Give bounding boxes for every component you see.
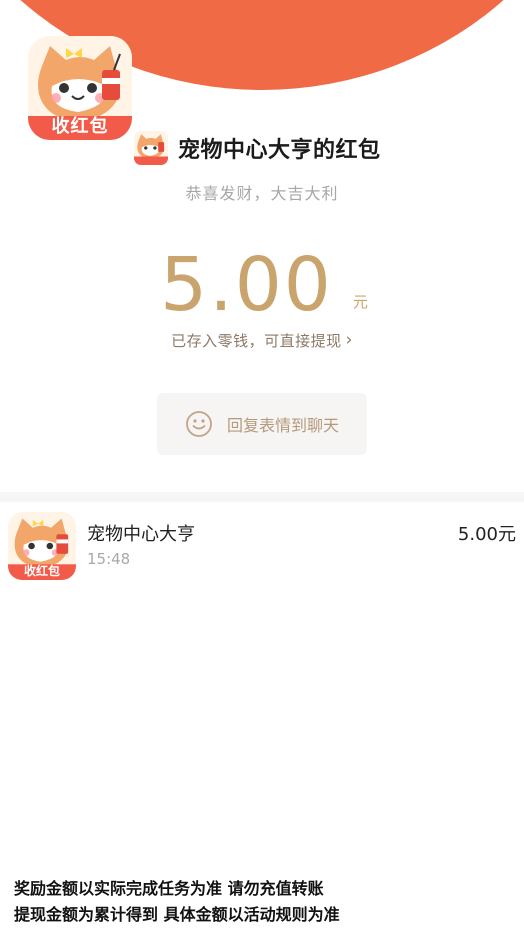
cat-drinking-icon <box>134 131 168 165</box>
amount-value: 5.00 <box>160 242 333 328</box>
back-button[interactable] <box>0 4 24 32</box>
list-menu-icon <box>493 9 517 29</box>
record-time: 15:48 <box>87 550 131 568</box>
stored-to-wallet-label: 已存入零钱，可直接提现 <box>171 332 342 350</box>
sender-title: 宠物中心大亨的红包 <box>178 138 381 163</box>
chevron-left-icon <box>6 7 18 29</box>
list-item[interactable]: 收红包 宠物中心大亨 15:48 5.00元 <box>0 502 524 594</box>
app-icon: 收红包 <box>28 36 132 140</box>
record-name: 宠物中心大亨 <box>87 524 195 545</box>
record-avatar: 收红包 <box>8 512 76 580</box>
sender-avatar <box>134 131 168 165</box>
menu-button[interactable] <box>492 6 518 30</box>
footer-line-2: 提现金额为累计得到 具体金额以活动规则为准 <box>14 905 340 924</box>
reply-sticker-label: 回复表情到聊天 <box>226 416 339 435</box>
record-avatar-badge: 收红包 <box>23 564 60 578</box>
red-packet-detail-page: 收红包 宠物中心大亨的红包 恭喜发财，大吉大利 5.00 元 已存入零钱，可直接… <box>0 0 524 934</box>
amount-display: 5.00 元 <box>0 232 524 322</box>
stored-to-wallet-link[interactable]: 已存入零钱，可直接提现 › <box>0 330 524 351</box>
footer-notes: 奖励金额以实际完成任务为准 请勿充值转账 提现金额为累计得到 具体金额以活动规则… <box>14 876 340 928</box>
sender-row: 宠物中心大亨的红包 <box>134 130 381 166</box>
greeting-text: 恭喜发财，大吉大利 <box>185 184 339 203</box>
app-badge-text: 收红包 <box>51 116 109 137</box>
reply-sticker-button[interactable]: 回复表情到聊天 <box>157 393 367 455</box>
section-divider <box>0 492 524 502</box>
smile-icon <box>186 411 212 437</box>
chevron-right-icon: › <box>345 330 353 350</box>
footer-line-1: 奖励金额以实际完成任务为准 请勿充值转账 <box>14 879 324 898</box>
amount-unit: 元 <box>352 293 368 311</box>
record-amount: 5.00元 <box>457 524 516 545</box>
